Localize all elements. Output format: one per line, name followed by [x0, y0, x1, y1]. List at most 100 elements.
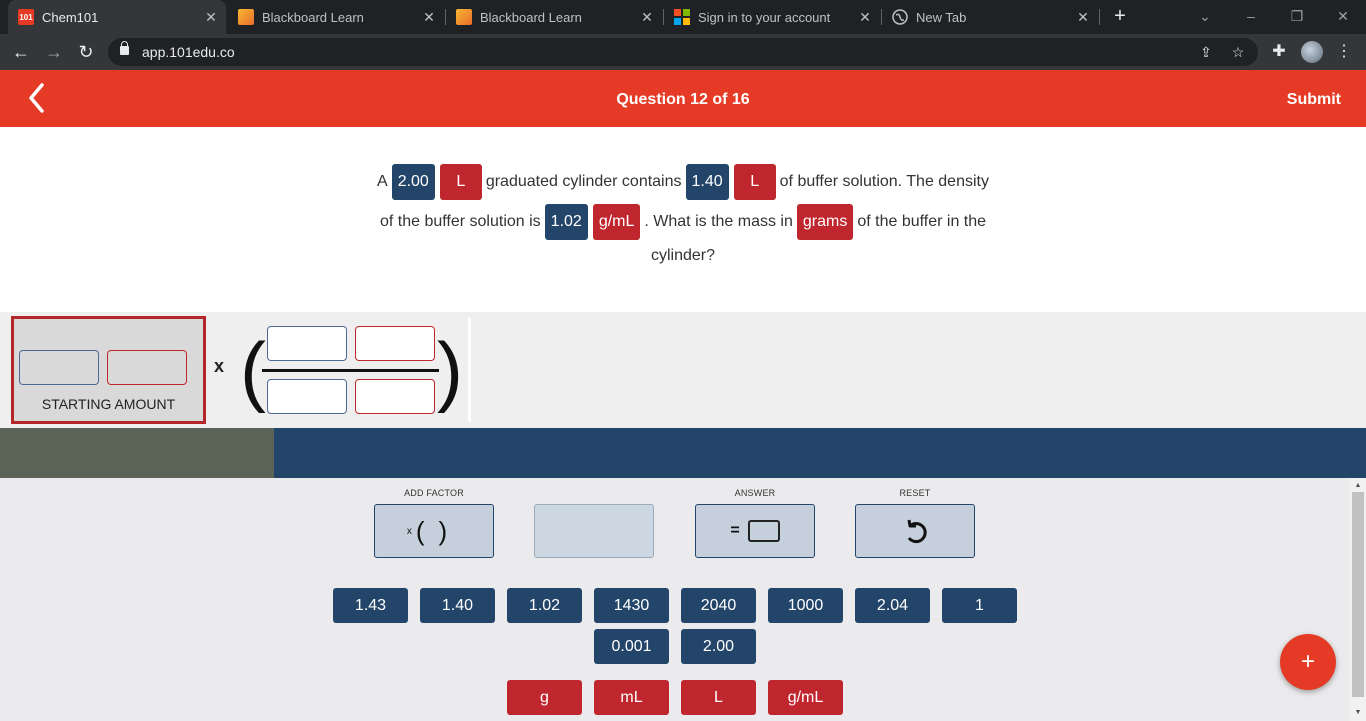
new-tab-button[interactable]: +: [1108, 4, 1132, 28]
close-icon[interactable]: ✕: [638, 9, 656, 26]
starting-value-slot[interactable]: [19, 350, 99, 385]
scroll-down-icon[interactable]: ▼: [1350, 707, 1366, 719]
question-line-1: A 2.00 L graduated cylinder contains 1.4…: [0, 164, 1366, 200]
number-tile[interactable]: 2.04: [855, 588, 930, 623]
tab-blackboard-2[interactable]: Blackboard Learn ✕: [446, 0, 662, 34]
reset-button[interactable]: [855, 504, 975, 558]
number-tile[interactable]: 0.001: [594, 629, 669, 664]
answer-box-icon: [747, 520, 780, 542]
tab-title: Blackboard Learn: [262, 9, 364, 25]
tab-new-tab[interactable]: New Tab ✕: [882, 0, 1098, 34]
add-fab-button[interactable]: +: [1280, 634, 1336, 690]
tab-title: Chem101: [42, 9, 99, 25]
number-tile[interactable]: 1.02: [507, 588, 582, 623]
address-bar: ← → ↻ app.101edu.co ⇪ ☆ ✚ ⋮: [0, 34, 1366, 70]
add-factor-button[interactable]: x (): [374, 504, 494, 558]
submit-button[interactable]: Submit: [1287, 91, 1341, 109]
scrollbar[interactable]: ▲ ▼: [1350, 478, 1366, 721]
menu-kebab-icon[interactable]: ⋮: [1332, 40, 1356, 64]
number-tile[interactable]: 2040: [681, 588, 756, 623]
url-field[interactable]: app.101edu.co ⇪ ☆: [108, 38, 1258, 66]
controls-panel: ADD FACTOR x () ANSWER = RESET 1.43 1.40…: [0, 478, 1350, 721]
share-icon[interactable]: ⇪: [1196, 42, 1216, 62]
question-line-3: cylinder?: [0, 247, 1366, 265]
tab-title: New Tab: [916, 9, 967, 25]
question-text: A 2.00 L graduated cylinder contains 1.4…: [0, 127, 1366, 312]
value-chip[interactable]: 1.40: [685, 164, 729, 200]
blackboard-favicon-icon: [456, 9, 472, 25]
starting-unit-slot[interactable]: [107, 350, 187, 385]
unit-tile[interactable]: mL: [594, 680, 669, 715]
tab-title: Sign in to your account: [698, 9, 831, 25]
number-tile[interactable]: 1.40: [420, 588, 495, 623]
page-title: Question 12 of 16: [616, 91, 750, 108]
avatar[interactable]: [1301, 41, 1323, 63]
restore-icon[interactable]: ❐: [1274, 0, 1320, 34]
denominator-unit-slot[interactable]: [355, 379, 435, 414]
status-bar: [0, 428, 1366, 478]
close-icon[interactable]: ✕: [202, 9, 220, 26]
tab-search-icon[interactable]: ⌄: [1182, 0, 1228, 34]
divider: [468, 318, 471, 422]
number-tile[interactable]: 1000: [768, 588, 843, 623]
parentheses-icon: (): [415, 515, 462, 546]
dimensional-analysis-area: STARTING AMOUNT x ( ): [0, 312, 1366, 428]
lock-icon: [120, 41, 129, 55]
question-text-part: of buffer solution. The density: [779, 173, 989, 190]
back-arrow-icon[interactable]: ←: [9, 40, 33, 64]
question-text-part: of the buffer in the: [857, 213, 987, 230]
unit-chip[interactable]: g/mL: [592, 204, 641, 240]
value-chip[interactable]: 2.00: [391, 164, 435, 200]
question-line-2: of the buffer solution is 1.02 g/mL . Wh…: [0, 204, 1366, 240]
question-text-part: of the buffer solution is: [379, 213, 541, 230]
unit-chip[interactable]: L: [733, 164, 776, 200]
url-text: app.101edu.co: [142, 44, 235, 60]
equals-icon: =: [730, 522, 740, 539]
question-text-part: . What is the mass in: [644, 213, 793, 230]
number-tile[interactable]: 2.00: [681, 629, 756, 664]
starting-amount-box[interactable]: STARTING AMOUNT: [11, 316, 206, 424]
number-tile[interactable]: 1.43: [333, 588, 408, 623]
tab-chem101[interactable]: 101 Chem101 ✕: [8, 0, 226, 34]
microsoft-favicon-icon: [674, 9, 690, 25]
value-chip[interactable]: 1.02: [544, 204, 588, 240]
answer-button[interactable]: =: [695, 504, 815, 558]
tab-title: Blackboard Learn: [480, 9, 582, 25]
unit-chip[interactable]: grams: [796, 204, 854, 240]
unit-tile[interactable]: L: [681, 680, 756, 715]
number-tile[interactable]: 1: [942, 588, 1017, 623]
empty-control-button: [534, 504, 654, 558]
101-favicon-icon: 101: [18, 9, 34, 25]
add-factor-label: ADD FACTOR: [404, 488, 464, 498]
unit-tile[interactable]: g/mL: [768, 680, 843, 715]
close-icon[interactable]: ✕: [1074, 9, 1092, 26]
star-icon[interactable]: ☆: [1228, 42, 1248, 62]
scroll-up-icon[interactable]: ▲: [1350, 480, 1366, 492]
denominator-value-slot[interactable]: [267, 379, 347, 414]
question-text-part: A: [377, 173, 388, 190]
multiply-sign: x: [214, 356, 225, 376]
reload-icon[interactable]: ↻: [74, 40, 98, 64]
unit-chip[interactable]: L: [439, 164, 482, 200]
numerator-value-slot[interactable]: [267, 326, 347, 361]
minimize-icon[interactable]: –: [1228, 0, 1274, 34]
tab-blackboard-1[interactable]: Blackboard Learn ✕: [228, 0, 444, 34]
add-factor-icon: x: [406, 525, 412, 537]
globe-favicon-icon: [892, 9, 908, 25]
close-icon[interactable]: ✕: [420, 9, 438, 26]
extensions-icon[interactable]: ✚: [1267, 40, 1291, 64]
close-icon[interactable]: ✕: [856, 9, 874, 26]
numerator-unit-slot[interactable]: [355, 326, 435, 361]
tab-separator: [1099, 9, 1100, 25]
blackboard-favicon-icon: [238, 9, 254, 25]
window-close-icon[interactable]: ✕: [1320, 0, 1366, 34]
number-tile[interactable]: 1430: [594, 588, 669, 623]
close-paren: ): [437, 326, 463, 414]
answer-label: ANSWER: [734, 488, 776, 498]
question-text-part: cylinder?: [650, 247, 716, 264]
forward-arrow-icon[interactable]: →: [42, 40, 66, 64]
question-text-part: graduated cylinder contains: [485, 173, 682, 190]
tab-sign-in[interactable]: Sign in to your account ✕: [664, 0, 880, 34]
scroll-thumb[interactable]: [1352, 492, 1364, 697]
unit-tile[interactable]: g: [507, 680, 582, 715]
